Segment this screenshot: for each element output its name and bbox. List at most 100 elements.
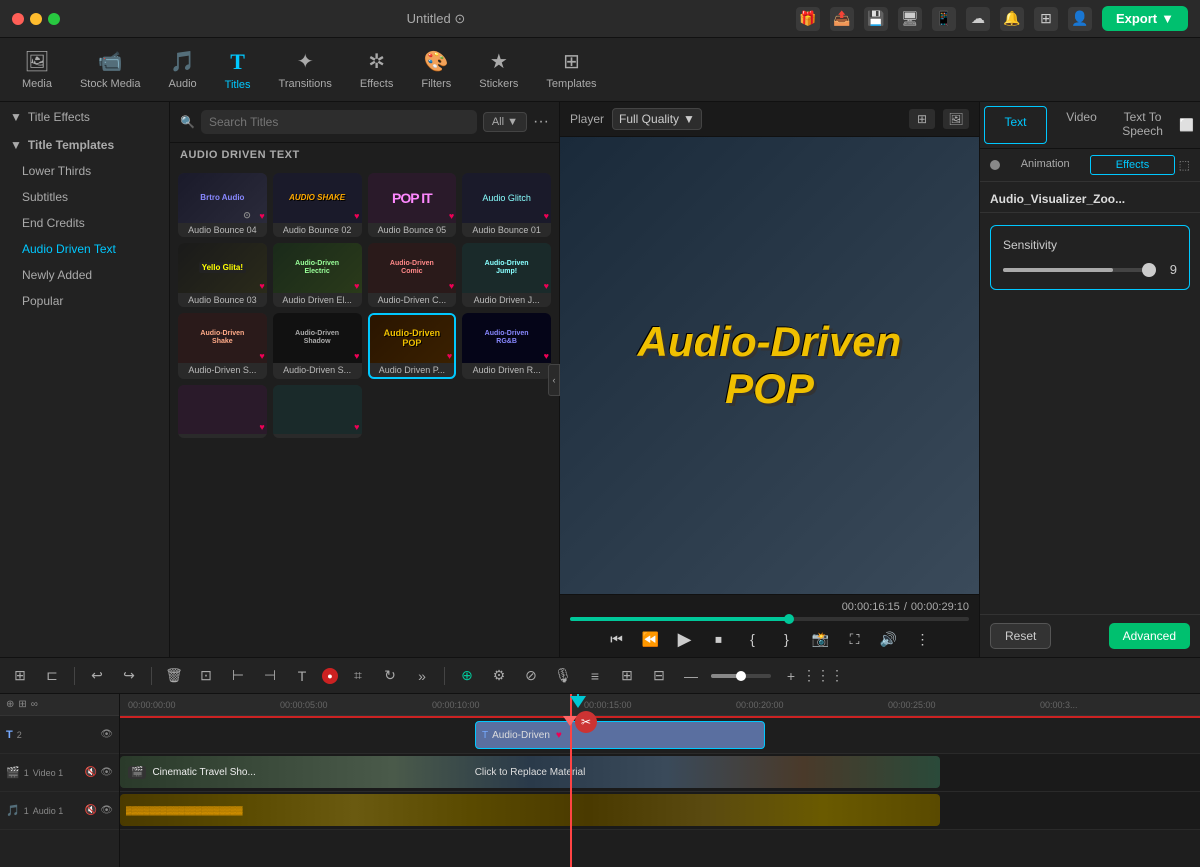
toolbar-filters[interactable]: 🎨 Filters	[407, 43, 465, 96]
template-partial2[interactable]: ♥	[273, 385, 362, 439]
multicam-icon[interactable]: ⊞	[615, 664, 639, 688]
template-driven-el[interactable]: Audio-DrivenElectric ♥ Audio Driven El..…	[273, 243, 362, 307]
template-driven-pop[interactable]: Audio-DrivenPOP ♥ Audio Driven P...	[368, 313, 457, 379]
toolbar-transitions[interactable]: ✦ Transitions	[265, 43, 346, 96]
template-bounce04[interactable]: Brtro Audio ♥ ⊙ Audio Bounce 04	[178, 173, 267, 237]
toolbar-audio[interactable]: 🎵 Audio	[155, 43, 211, 96]
auto-icon[interactable]: ≡	[583, 664, 607, 688]
template-driven-c[interactable]: Audio-DrivenComic ♥ Audio-Driven C...	[368, 243, 457, 307]
gift-icon[interactable]: 🎁	[796, 7, 820, 31]
tab-video[interactable]: Video	[1051, 102, 1112, 148]
avatar-icon[interactable]: 👤	[1068, 7, 1092, 31]
voiceover-icon[interactable]: 🎙	[551, 664, 575, 688]
search-input[interactable]	[201, 110, 477, 134]
zoom-thumb[interactable]	[736, 671, 746, 681]
download-icon[interactable]: 💾	[864, 7, 888, 31]
text-icon[interactable]: T	[290, 664, 314, 688]
text-track-hide[interactable]: 👁	[100, 729, 113, 740]
delete-icon[interactable]: 🗑	[162, 664, 186, 688]
sensitivity-slider[interactable]	[1003, 268, 1149, 272]
snapshot-button[interactable]: 📸	[809, 627, 833, 651]
close-button[interactable]	[12, 13, 24, 25]
title-effects-header[interactable]: ▼ Title Effects	[0, 102, 169, 132]
template-driven-s2[interactable]: Audio-DrivenShadow ♥ Audio-Driven S...	[273, 313, 362, 379]
settings-cog-icon[interactable]: ⚙	[487, 664, 511, 688]
more-icon[interactable]: »	[410, 664, 434, 688]
nav-subtitles[interactable]: Subtitles	[8, 184, 169, 210]
progress-bar[interactable]	[570, 617, 969, 621]
zoom-slider[interactable]	[711, 674, 771, 678]
grid-view-icon[interactable]: ⊞	[909, 109, 935, 129]
mark-in-button[interactable]: {	[741, 627, 765, 651]
image-view-icon[interactable]: 🖼	[943, 109, 969, 129]
toolbar-stickers[interactable]: ★ Stickers	[465, 43, 532, 96]
title-templates-header[interactable]: ▼ Title Templates	[0, 132, 169, 158]
advanced-button[interactable]: Advanced	[1109, 623, 1190, 649]
video-clip[interactable]: 🎬 Cinematic Travel Sho... Click to Repla…	[120, 756, 940, 788]
template-driven-j[interactable]: Audio-DrivenJump! ♥ Audio Driven J...	[462, 243, 551, 307]
tab-text[interactable]: Text	[984, 106, 1047, 144]
zoom-out-icon[interactable]: —	[679, 664, 703, 688]
panel-collapse-button[interactable]: ‹	[548, 364, 560, 396]
template-partial1[interactable]: ♥	[178, 385, 267, 439]
playhead-icon[interactable]: ⊕	[455, 664, 479, 688]
audio-button[interactable]: 🔊	[877, 627, 901, 651]
toolbar-media[interactable]: 🖼 Media	[8, 43, 66, 96]
audio-waveform-clip[interactable]: ▓▓▓▓▓▓▓▓▓▓▓▓▓▓▓▓▓▓▓▓	[120, 794, 940, 826]
pip-icon[interactable]: ⊟	[647, 664, 671, 688]
slider-thumb[interactable]	[1142, 263, 1156, 277]
expand-icon[interactable]: ⬚	[1179, 158, 1190, 172]
undo-icon[interactable]: ↩	[85, 664, 109, 688]
template-driven-s1[interactable]: Audio-DrivenShake ♥ Audio-Driven S...	[178, 313, 267, 379]
track-options-icon[interactable]: ⊞	[18, 699, 26, 710]
video-track-mute[interactable]: 🔇	[85, 767, 97, 778]
export-button[interactable]: Export ▼	[1102, 6, 1188, 31]
video-track-hide[interactable]: 👁	[100, 767, 113, 778]
minimize-button[interactable]	[30, 13, 42, 25]
more-options-icon[interactable]: ⋮⋮⋮	[811, 664, 835, 688]
crop-icon[interactable]: ⊡	[194, 664, 218, 688]
quality-select[interactable]: Full Quality ▼	[612, 108, 702, 130]
progress-handle[interactable]	[784, 614, 794, 624]
frame-back-button[interactable]: ⏪	[639, 627, 663, 651]
skip-back-button[interactable]: ⏮	[605, 627, 629, 651]
audio-driven-clip[interactable]: T Audio-Driven ♥	[475, 721, 765, 749]
audio-track-mute[interactable]: 🔇	[85, 805, 97, 816]
nav-popular[interactable]: Popular	[8, 288, 169, 314]
template-driven-r[interactable]: Audio-DrivenRG&B ♥ Audio Driven R...	[462, 313, 551, 379]
reset-button[interactable]: Reset	[990, 623, 1051, 649]
template-bounce05[interactable]: POP IT ♥ Audio Bounce 05	[368, 173, 457, 237]
more-options-icon[interactable]: ···	[533, 113, 549, 131]
magnet-icon[interactable]: ⊏	[40, 664, 64, 688]
phone-icon[interactable]: 📱	[932, 7, 956, 31]
transform-icon[interactable]: ⊣	[258, 664, 282, 688]
filter-all-button[interactable]: All ▼	[483, 112, 527, 132]
add-track-icon[interactable]: ⊕	[6, 699, 14, 710]
mask-icon[interactable]: ⌗	[346, 664, 370, 688]
nav-newly-added[interactable]: Newly Added	[8, 262, 169, 288]
fullscreen-button[interactable]: ⛶	[843, 627, 867, 651]
copy-icon[interactable]: ⬜	[1173, 102, 1200, 148]
sub-tab-effects[interactable]: Effects	[1090, 155, 1174, 175]
sub-tab-animation[interactable]: Animation	[1004, 155, 1086, 175]
share-icon[interactable]: 📤	[830, 7, 854, 31]
template-bounce01[interactable]: Audio Glitch ♥ Audio Bounce 01	[462, 173, 551, 237]
template-bounce03[interactable]: Yello Glita! ♥ Audio Bounce 03	[178, 243, 267, 307]
record-icon[interactable]: ●	[322, 668, 338, 684]
split-icon[interactable]: ⊢	[226, 664, 250, 688]
stop-button[interactable]: ⏹	[707, 627, 731, 651]
nav-audio-driven-text[interactable]: Audio Driven Text	[8, 236, 169, 262]
mark-out-button[interactable]: }	[775, 627, 799, 651]
split-view-icon[interactable]: ⊞	[8, 664, 32, 688]
rotate-icon[interactable]: ↻	[378, 664, 402, 688]
track-link-icon[interactable]: ∞	[31, 699, 38, 710]
maximize-button[interactable]	[48, 13, 60, 25]
template-bounce02[interactable]: AUDIO SHAKE ♥ Audio Bounce 02	[273, 173, 362, 237]
toolbar-titles[interactable]: T Titles	[211, 43, 265, 97]
zoom-in-icon[interactable]: +	[779, 664, 803, 688]
nav-end-credits[interactable]: End Credits	[8, 210, 169, 236]
redo-icon[interactable]: ↪	[117, 664, 141, 688]
grid-icon[interactable]: ⊞	[1034, 7, 1058, 31]
monitor-icon[interactable]: 🖥	[898, 7, 922, 31]
settings-button[interactable]: ⋮	[911, 627, 935, 651]
